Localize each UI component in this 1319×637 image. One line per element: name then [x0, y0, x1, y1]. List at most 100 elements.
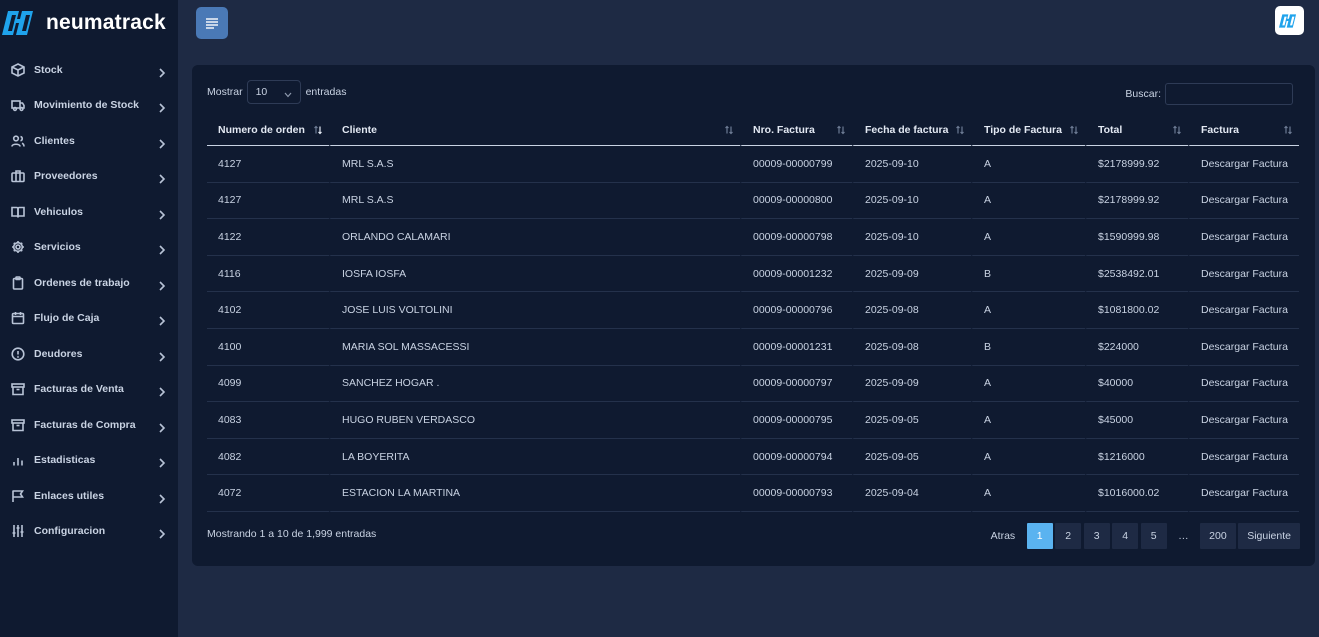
table-cell: MARIA SOL MASSACESSI: [329, 328, 740, 366]
pagination-next-button[interactable]: Siguiente: [1238, 523, 1300, 549]
download-invoice-link[interactable]: Descargar Factura: [1188, 402, 1299, 439]
pagination-page-4[interactable]: 4: [1112, 523, 1139, 549]
pagination-page-3[interactable]: 3: [1083, 523, 1110, 549]
table-row[interactable]: 4102 JOSE LUIS VOLTOLINI 00009-00000796 202…: [207, 292, 1299, 329]
download-invoice-link[interactable]: Descargar Factura: [1188, 255, 1299, 293]
table-cell: SANCHEZ HOGAR .: [329, 365, 740, 403]
sidebar-item-facturas-de-compra[interactable]: Facturas de Compra: [0, 407, 178, 443]
sidebar-item-configuracion[interactable]: Configuracion: [0, 514, 178, 550]
table-cell: 00009-00000796: [740, 292, 852, 329]
table-cell: A: [971, 365, 1085, 403]
chevron-right-icon: [158, 491, 166, 504]
sidebar-item-facturas-de-venta[interactable]: Facturas de Venta: [0, 372, 178, 408]
table-cell: $1081800.02: [1085, 292, 1188, 329]
sidebar-nav: Stock Movimiento de Stock Clientes Proveedo…: [0, 52, 178, 549]
users-icon: [11, 134, 25, 148]
column-header[interactable]: Tipo de Factura: [971, 115, 1085, 146]
sidebar-item-label: Movimiento de Stock: [34, 99, 140, 112]
search-input[interactable]: [1165, 83, 1293, 105]
table-row[interactable]: 4116 IOSFA IOSFA 00009-00001232 2025-09-09 B…: [207, 255, 1299, 293]
table-cell: 00009-00000795: [740, 402, 852, 439]
logo-icon: [1278, 13, 1296, 28]
table-row[interactable]: 4122 ORLANDO CALAMARI 00009-00000798 2025-0…: [207, 219, 1299, 256]
column-header-label: Factura: [1201, 124, 1239, 136]
table-row[interactable]: 4127 MRL S.A.S 00009-00000799 2025-09-10 A $2…: [207, 146, 1299, 183]
menu-toggle-button[interactable]: [196, 7, 228, 39]
table-info: Mostrando 1 a 10 de 1,999 entradas: [207, 528, 377, 540]
column-header[interactable]: Fecha de factura: [852, 115, 971, 146]
table-cell: 00009-00000793: [740, 475, 852, 512]
sidebar-item-estadisticas[interactable]: Estadisticas: [0, 443, 178, 479]
download-invoice-link[interactable]: Descargar Factura: [1188, 365, 1299, 403]
sidebar-item-label: Estadisticas: [34, 454, 96, 467]
sidebar-item-label: Vehiculos: [34, 205, 84, 218]
table-cell: $45000: [1085, 402, 1188, 439]
sidebar-item-vehiculos[interactable]: Vehiculos: [0, 194, 178, 230]
table-cell: $2178999.92: [1085, 182, 1188, 220]
sidebar-item-label: Facturas de Venta: [34, 383, 124, 396]
download-invoice-link[interactable]: Descargar Factura: [1188, 475, 1299, 512]
pagination-page-2[interactable]: 2: [1055, 523, 1082, 549]
download-invoice-link[interactable]: Descargar Factura: [1188, 219, 1299, 256]
pagination-pages: 12345: [1024, 523, 1167, 549]
pagination-prev-button[interactable]: Atras: [982, 523, 1025, 549]
sidebar-item-movimiento-de-stock[interactable]: Movimiento de Stock: [0, 88, 178, 124]
column-header[interactable]: Total: [1085, 115, 1188, 146]
sort-desc-icon: [313, 125, 323, 135]
table-cell: 2025-09-08: [852, 328, 971, 366]
sidebar-item-deudores[interactable]: Deudores: [0, 336, 178, 372]
page-size-select[interactable]: 10: [246, 80, 301, 104]
brand-logo[interactable]: neumatrack: [2, 8, 172, 38]
download-invoice-link[interactable]: Descargar Factura: [1188, 328, 1299, 366]
table-cell: 2025-09-05: [852, 438, 971, 476]
sidebar-item-proveedores[interactable]: Proveedores: [0, 159, 178, 195]
box-icon: [11, 62, 25, 77]
table-cell: 4082: [207, 439, 329, 476]
table-cell: $1590999.98: [1085, 219, 1188, 256]
table-cell: 2025-09-08: [852, 292, 971, 329]
table-row[interactable]: 4099 SANCHEZ HOGAR . 00009-00000797 2025-09…: [207, 365, 1299, 403]
table-row[interactable]: 4100 MARIA SOL MASSACESSI 00009-00001231 20…: [207, 328, 1299, 366]
chevron-right-icon: [158, 313, 166, 326]
table-cell: 00009-00000798: [740, 219, 852, 256]
table-row[interactable]: 4083 HUGO RUBEN VERDASCO 00009-00000795 202…: [207, 402, 1299, 439]
table-cell: A: [971, 146, 1085, 183]
sidebar-item-stock[interactable]: Stock: [0, 52, 178, 88]
sidebar-item-clientes[interactable]: Clientes: [0, 123, 178, 159]
pagination-page-5[interactable]: 5: [1140, 523, 1167, 549]
download-invoice-link[interactable]: Descargar Factura: [1188, 146, 1299, 183]
sidebar-item-ordenes-de-trabajo[interactable]: Ordenes de trabajo: [0, 265, 178, 301]
flag-icon: [11, 489, 25, 503]
sidebar-item-enlaces-utiles[interactable]: Enlaces utiles: [0, 478, 178, 514]
table-cell: B: [971, 255, 1085, 293]
search-control: Buscar:: [1125, 83, 1293, 105]
show-label: Mostrar: [207, 86, 243, 98]
table-header-row: Numero de orden Cliente Nro. Factura Fecha …: [207, 115, 1299, 146]
table-row[interactable]: 4082 LA BOYERITA 00009-00000794 2025-09-05 A…: [207, 438, 1299, 476]
table-cell: B: [971, 328, 1085, 366]
table-row[interactable]: 4072 ESTACION LA MARTINA 00009-00000793 202…: [207, 475, 1299, 512]
table-cell: 4116: [207, 256, 329, 293]
sidebar-item-servicios[interactable]: Servicios: [0, 230, 178, 266]
download-invoice-link[interactable]: Descargar Factura: [1188, 438, 1299, 476]
sidebar-item-flujo-de-caja[interactable]: Flujo de Caja: [0, 301, 178, 337]
sidebar-item-label: Enlaces utiles: [34, 489, 105, 502]
table-cell: MRL S.A.S: [329, 146, 740, 183]
column-header-label: Nro. Factura: [753, 124, 815, 136]
chevron-right-icon: [158, 455, 166, 468]
column-header[interactable]: Factura: [1188, 115, 1299, 146]
chevron-right-icon: [158, 207, 166, 220]
download-invoice-link[interactable]: Descargar Factura: [1188, 292, 1299, 329]
table-row[interactable]: 4127 MRL S.A.S 00009-00000800 2025-09-10 A $2…: [207, 182, 1299, 220]
sort-icon: [1172, 125, 1182, 135]
column-header[interactable]: Nro. Factura: [740, 115, 852, 146]
table-cell: MRL S.A.S: [329, 182, 740, 220]
download-invoice-link[interactable]: Descargar Factura: [1188, 182, 1299, 220]
pagination-page-last[interactable]: 200: [1200, 523, 1236, 549]
pagination-page-1[interactable]: 1: [1026, 523, 1053, 549]
column-header[interactable]: Numero de orden: [207, 115, 329, 146]
table-cell: 00009-00001232: [740, 255, 852, 293]
pagination-ellipsis: …: [1178, 530, 1189, 542]
user-avatar[interactable]: [1275, 6, 1304, 35]
column-header[interactable]: Cliente: [329, 115, 740, 146]
